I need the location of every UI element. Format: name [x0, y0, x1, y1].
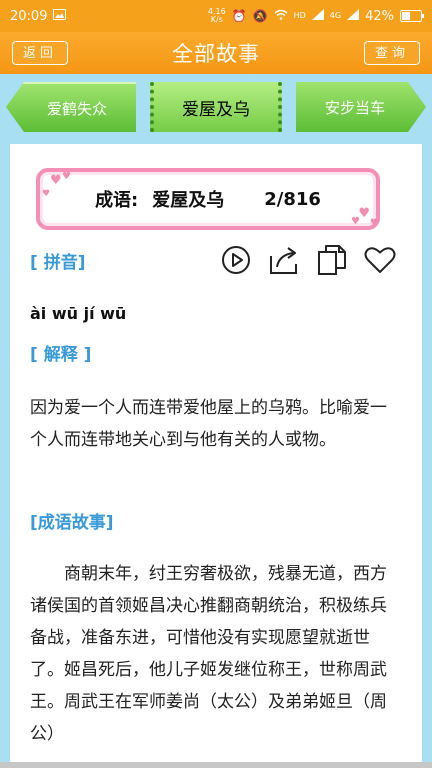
wifi-icon — [274, 9, 288, 23]
bottom-gesture-bar — [0, 762, 432, 768]
network-hd-label: HD — [293, 11, 306, 20]
signal-icon — [311, 9, 324, 23]
banner-text: 成语: 爱屋及乌 2/816 — [95, 186, 321, 212]
status-left: 20:09 — [10, 8, 67, 24]
play-button[interactable] — [220, 244, 252, 276]
banner-label: 成语: — [95, 190, 139, 211]
share-icon — [270, 247, 297, 274]
heart-decoration-icon: ♥ — [42, 189, 51, 199]
copy-button[interactable] — [316, 244, 348, 276]
mute-icon: 🔕 — [252, 9, 268, 23]
next-idiom-button[interactable]: 安步当车 — [296, 82, 426, 132]
status-bar: 20:09 4.16 K/s ⏰ 🔕 HD 4G 42% — [0, 0, 432, 32]
pinyin-heading: [ 拼音] — [30, 253, 86, 273]
heart-decoration-icon: ♥ — [369, 218, 378, 228]
heart-decoration-icon: ♥ — [50, 173, 62, 188]
heart-decoration-icon: ♥ — [358, 206, 370, 221]
heart-decoration-icon: ♥ — [62, 171, 71, 182]
story-heading: [成语故事] — [30, 513, 114, 533]
battery-icon — [400, 10, 424, 22]
battery-percent: 42% — [365, 8, 394, 24]
idiom-nav: 爱鹤失众 爱屋及乌 安步当车 — [0, 80, 432, 138]
network-4g-label: 4G — [329, 11, 342, 20]
current-idiom-tab: 爱屋及乌 — [150, 82, 282, 132]
action-bar — [220, 244, 396, 276]
back-button[interactable]: 返回 — [12, 41, 68, 65]
content-card[interactable]: ♥ ♥ ♥ ♥ ♥ ♥ 成语: 爱屋及乌 2/816 [ 拼音] ài wū j… — [10, 144, 422, 768]
story-text: 商朝末年，纣王穷奢极欲，残暴无道，西方诸侯国的首领姬昌决心推翻商朝统治，积极练兵… — [30, 564, 387, 744]
alarm-icon: ⏰ — [231, 9, 247, 23]
signal-icon-2 — [347, 9, 360, 23]
idiom-banner: ♥ ♥ ♥ ♥ ♥ ♥ 成语: 爱屋及乌 2/816 — [36, 168, 380, 230]
play-icon — [222, 246, 250, 274]
copy-icon — [318, 245, 346, 275]
banner-idiom: 爱屋及乌 — [152, 190, 225, 211]
query-button[interactable]: 查询 — [364, 41, 420, 65]
explain-text: 因为爱一个人而连带爱他屋上的乌鸦。比喻爱一个人而连带地关心到与他有关的人或物。 — [30, 398, 387, 450]
app-header: 返回 全部故事 查询 — [0, 32, 432, 74]
gallery-icon — [53, 9, 67, 23]
network-speed: 4.16 K/s — [208, 8, 226, 24]
prev-idiom-button[interactable]: 爱鹤失众 — [6, 82, 136, 132]
idiom-counter: 2/816 — [264, 188, 321, 210]
net-speed-unit: K/s — [210, 15, 223, 24]
next-idiom-label: 安步当车 — [324, 98, 385, 117]
heart-icon — [364, 247, 396, 273]
current-idiom-label: 爱屋及乌 — [182, 99, 250, 120]
status-right: 4.16 K/s ⏰ 🔕 HD 4G 42% — [208, 8, 424, 24]
heart-decoration-icon: ♥ — [351, 216, 360, 227]
prev-idiom-label: 爱鹤失众 — [46, 99, 107, 118]
favorite-button[interactable] — [364, 244, 396, 276]
page-title: 全部故事 — [172, 42, 260, 66]
status-time: 20:09 — [10, 8, 48, 24]
share-button[interactable] — [268, 244, 300, 276]
explain-heading: [ 解释 ] — [30, 345, 92, 365]
pinyin-text: ài wū jí wū — [30, 304, 127, 323]
